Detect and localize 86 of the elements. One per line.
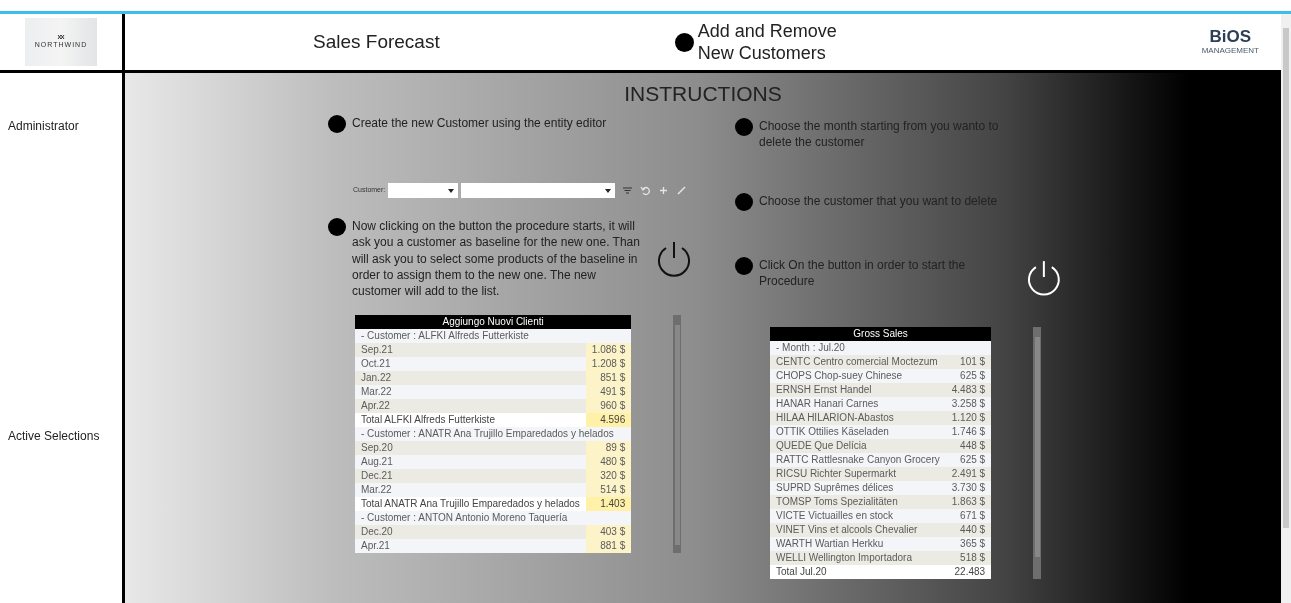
table-cell: VINET Vins et alcools Chevalier <box>770 522 946 537</box>
table-cell: Mar.22 <box>355 483 586 498</box>
group-header[interactable]: - Customer : ANTON Antonio Moreno Taquería <box>355 511 632 526</box>
filter-icon[interactable] <box>622 185 634 197</box>
page-subtitle: Add and Remove New Customers <box>697 19 838 65</box>
scrollbar[interactable] <box>1281 14 1291 603</box>
table-cell: HANAR Hanari Carnes <box>770 396 946 411</box>
table-cell: 320 $ <box>585 469 632 484</box>
table-cell: 101 $ <box>945 354 992 369</box>
table-cell: 960 $ <box>585 399 632 414</box>
bullet-icon <box>735 256 753 275</box>
bullet-icon <box>328 218 346 237</box>
table-cell: 89 $ <box>585 441 632 456</box>
instruction-text: Now clicking on the button the procedure starts, it will ask you a customer as baseline for the new one. Than will ask you to select some products of the baseline in order to assign them to the new one. The new customer will add to the list. <box>352 218 641 300</box>
table-cell: TOMSP Toms Spezialitäten <box>770 494 946 509</box>
table-cell: 2.491 $ <box>945 466 992 481</box>
table-cell: Mar.22 <box>355 385 586 400</box>
table-cell: 491 $ <box>585 385 632 400</box>
table-cell: Apr.22 <box>355 399 586 414</box>
table-cell: RICSU Richter Supermarkt <box>770 466 946 481</box>
bullet-icon <box>328 115 346 134</box>
caret-icon <box>605 188 612 193</box>
logo-mark-icon <box>57 33 65 40</box>
table-cell: 881 $ <box>585 539 632 554</box>
table-cell: Aug.21 <box>355 455 586 470</box>
page-title: Sales Forecast <box>313 29 440 54</box>
table-cell: 448 $ <box>945 438 992 453</box>
table-cell: VICTE Victuailles en stock <box>770 508 946 523</box>
dropdown[interactable] <box>461 183 616 199</box>
dropdown[interactable] <box>388 183 459 199</box>
table-cell: 671 $ <box>945 508 992 523</box>
table-cell: Oct.21 <box>355 357 586 372</box>
bullet-icon <box>735 118 753 137</box>
table-cell: SUPRD Suprêmes délices <box>770 480 946 495</box>
sidebar-item[interactable]: Active Selections <box>0 427 122 445</box>
table-cell: 514 $ <box>585 483 632 498</box>
group-header[interactable]: - Customer : ANATR Ana Trujillo Emparedados y helados <box>355 427 632 442</box>
table-cell: QUEDE Que Delícia <box>770 438 946 453</box>
table-cell: Apr.21 <box>355 539 586 554</box>
total-label: Total ANATR Ana Trujillo Emparedados y helados <box>355 497 586 512</box>
table-cell: Sep.20 <box>355 441 586 456</box>
table-cell: RATTC Rattlesnake Canyon Grocery <box>770 452 946 467</box>
table-cell: 480 $ <box>585 455 632 470</box>
table-cell: 1.863 $ <box>945 494 992 509</box>
bullet-icon <box>674 32 694 52</box>
table-cell: CENTC Centro comercial Moctezum <box>770 354 946 369</box>
group-header[interactable]: - Month : Jul.20 <box>770 340 992 355</box>
total-value: 1.403 <box>585 497 632 512</box>
caret-icon <box>448 188 455 193</box>
instructions-title: INSTRUCTIONS <box>623 81 783 107</box>
table-cell: Dec.21 <box>355 469 586 484</box>
scrollbar[interactable] <box>673 315 682 554</box>
bullet-icon <box>735 192 753 211</box>
table-cell: 851 $ <box>585 371 632 386</box>
brand-logo: BiOS <box>1209 27 1252 45</box>
table-cell: 3.730 $ <box>945 480 992 495</box>
table-title: Gross Sales <box>770 326 992 341</box>
table-cell: 1.208 $ <box>585 357 632 372</box>
scrollbar[interactable] <box>1033 326 1042 579</box>
table-cell: 440 $ <box>945 522 992 537</box>
table-cell: CHOPS Chop-suey Chinese <box>770 368 946 383</box>
table-title: Aggiungo Nuovi Clienti <box>355 315 632 330</box>
total-value: 4.596 <box>585 413 632 428</box>
table-cell: WELLI Wellington Importadora <box>770 550 946 565</box>
total-value: 22.483 <box>945 564 992 579</box>
sidebar-item[interactable]: Administrator <box>0 117 122 135</box>
table-cell: 1.086 $ <box>585 343 632 358</box>
table-cell: WARTH Wartian Herkku <box>770 536 946 551</box>
table-cell: HILAA HILARION-Abastos <box>770 410 946 425</box>
table-cell: ERNSH Ernst Handel <box>770 382 946 397</box>
total-label: Total ALFKI Alfreds Futterkiste <box>355 413 586 428</box>
table-cell: 625 $ <box>945 452 992 467</box>
instruction-text: Create the new Customer using the entity editor <box>352 115 608 132</box>
table-cell: 625 $ <box>945 368 992 383</box>
group-header[interactable]: - Customer : ALFKI Alfreds Futterkiste <box>355 329 632 344</box>
table-cell: 365 $ <box>945 536 992 551</box>
table-cell: 4.483 $ <box>945 382 992 397</box>
table-cell: OTTIK Ottilies Käseladen <box>770 424 946 439</box>
table-cell: Dec.20 <box>355 525 586 540</box>
table-cell: 518 $ <box>945 550 992 565</box>
table-cell: 1.120 $ <box>945 410 992 425</box>
table-cell: 3.258 $ <box>945 396 992 411</box>
table-cell: 1.746 $ <box>945 424 992 439</box>
total-label: Total Jul.20 <box>770 564 946 579</box>
table-cell: 403 $ <box>585 525 632 540</box>
brand-tagline: MANAGEMENT <box>1201 44 1259 57</box>
